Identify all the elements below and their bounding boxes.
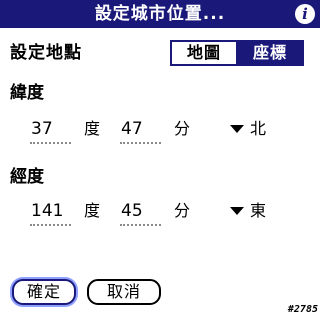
location-mode-toggle: 地圖 座標: [170, 40, 304, 66]
longitude-minutes-field[interactable]: 45: [120, 200, 161, 226]
latitude-degrees-field[interactable]: 37: [30, 118, 71, 144]
latitude-direction-picker[interactable]: 北: [230, 118, 266, 140]
build-number: #2785: [287, 304, 318, 315]
longitude-minutes-unit: 分: [174, 201, 191, 220]
latitude-minutes-field[interactable]: 47: [120, 118, 161, 144]
triangle-down-icon: [230, 207, 244, 215]
tab-map[interactable]: 地圖: [172, 42, 238, 64]
latitude-minutes-unit: 分: [174, 119, 191, 138]
set-city-location-dialog: 設定城市位置... i 設定地點 地圖 座標 緯度 37 度 47 分 北 經度…: [0, 0, 320, 320]
dialog-title: 設定城市位置...: [94, 4, 226, 24]
longitude-degrees-unit: 度: [84, 201, 101, 220]
longitude-direction-value: 東: [250, 201, 267, 220]
ok-button[interactable]: 確定: [12, 279, 76, 305]
triangle-down-icon: [230, 125, 244, 133]
longitude-label: 經度: [10, 167, 44, 187]
title-bar: 設定城市位置... i: [0, 0, 320, 28]
cancel-button[interactable]: 取消: [87, 279, 161, 305]
longitude-direction-picker[interactable]: 東: [230, 200, 266, 222]
latitude-degrees-unit: 度: [84, 119, 101, 138]
latitude-label: 緯度: [10, 83, 44, 103]
tab-coordinates[interactable]: 座標: [238, 42, 302, 64]
info-icon[interactable]: i: [295, 4, 315, 24]
latitude-direction-value: 北: [250, 119, 267, 138]
location-mode-label: 設定地點: [10, 43, 82, 63]
longitude-degrees-field[interactable]: 141: [30, 200, 71, 226]
